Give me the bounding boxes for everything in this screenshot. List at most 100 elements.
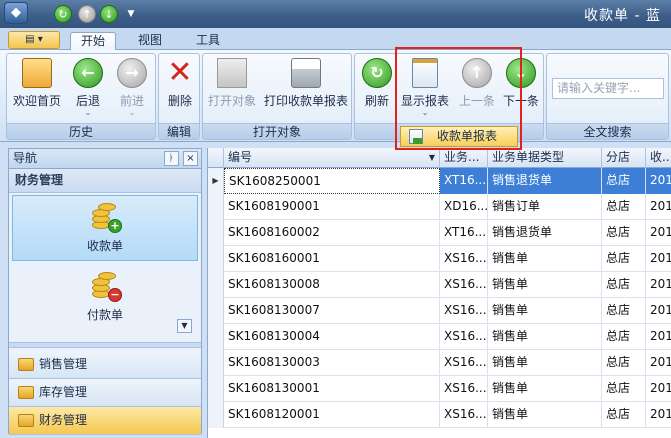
- table-cell[interactable]: 总店: [602, 324, 646, 350]
- row-indicator[interactable]: [208, 402, 224, 428]
- table-cell[interactable]: XS16...: [440, 246, 488, 272]
- table-cell[interactable]: SK1608160001: [224, 246, 440, 272]
- tab-start[interactable]: 开始: [70, 32, 117, 51]
- table-row[interactable]: SK1608130001 XS16... 销售单 总店 201: [208, 376, 671, 402]
- table-cell[interactable]: 201: [646, 168, 671, 194]
- up-quick-icon[interactable]: ↑: [78, 5, 96, 23]
- column-header-receipt[interactable]: 收...: [646, 148, 671, 168]
- table-cell[interactable]: 总店: [602, 376, 646, 402]
- table-cell[interactable]: 销售单: [488, 246, 602, 272]
- back-dropdown-icon[interactable]: ⌄: [67, 109, 109, 117]
- table-cell[interactable]: 销售单: [488, 350, 602, 376]
- row-indicator[interactable]: [208, 324, 224, 350]
- table-cell[interactable]: 总店: [602, 272, 646, 298]
- row-indicator[interactable]: [208, 376, 224, 402]
- column-header-number[interactable]: 编号 ▼: [224, 148, 440, 168]
- module-inventory[interactable]: 库存管理: [9, 379, 201, 407]
- table-cell[interactable]: 总店: [602, 402, 646, 428]
- table-cell[interactable]: 201: [646, 220, 671, 246]
- table-row[interactable]: SK1608160002 XT16... 销售退货单 总店 201: [208, 220, 671, 246]
- table-cell[interactable]: 201: [646, 376, 671, 402]
- quick-access-dropdown-icon[interactable]: ▼: [124, 5, 138, 23]
- receipt-report-menu-item[interactable]: 收款单报表: [400, 126, 518, 147]
- table-cell[interactable]: XS16...: [440, 376, 488, 402]
- table-cell[interactable]: XS16...: [440, 298, 488, 324]
- table-cell[interactable]: SK1608190001: [224, 194, 440, 220]
- module-finance[interactable]: 财务管理: [9, 407, 201, 435]
- table-cell[interactable]: SK1608120001: [224, 402, 440, 428]
- open-object-button[interactable]: 打开对象: [205, 58, 259, 122]
- column-header-document-type[interactable]: 业务单据类型: [488, 148, 602, 168]
- table-cell[interactable]: 销售单: [488, 402, 602, 428]
- table-cell[interactable]: 201: [646, 350, 671, 376]
- forward-dropdown-icon[interactable]: ⌄: [111, 109, 153, 117]
- table-cell[interactable]: 销售单: [488, 298, 602, 324]
- table-cell[interactable]: SK1608130008: [224, 272, 440, 298]
- nav-item-receipt[interactable]: + 收款单: [12, 195, 198, 261]
- row-indicator[interactable]: [208, 246, 224, 272]
- table-row[interactable]: SK1608130003 XS16... 销售单 总店 201: [208, 350, 671, 376]
- table-cell[interactable]: XT16...: [440, 220, 488, 246]
- print-receipt-report-button[interactable]: 打印收款单报表: [261, 58, 351, 122]
- row-indicator[interactable]: [208, 220, 224, 246]
- forward-button[interactable]: → 前进 ⌄: [111, 58, 153, 122]
- table-row[interactable]: SK1608120001 XS16... 销售单 总店 201: [208, 402, 671, 428]
- app-menu-icon[interactable]: ◆: [4, 2, 28, 24]
- refresh-quick-icon[interactable]: ↻: [54, 5, 72, 23]
- table-row[interactable]: SK1608130007 XS16... 销售单 总店 201: [208, 298, 671, 324]
- table-cell[interactable]: 总店: [602, 168, 646, 194]
- table-cell[interactable]: 总店: [602, 246, 646, 272]
- table-row[interactable]: ▶ SK1608250001 XT16... 销售退货单 总店 201: [208, 168, 671, 194]
- close-icon[interactable]: ×: [183, 151, 198, 166]
- table-row[interactable]: SK1608130008 XS16... 销售单 总店 201: [208, 272, 671, 298]
- table-row[interactable]: SK1608190001 XD16... 销售订单 总店 201: [208, 194, 671, 220]
- column-header-business[interactable]: 业务...: [440, 148, 488, 168]
- table-cell[interactable]: 201: [646, 324, 671, 350]
- table-cell[interactable]: SK1608160002: [224, 220, 440, 246]
- column-header-branch[interactable]: 分店: [602, 148, 646, 168]
- down-quick-icon[interactable]: ↓: [100, 5, 118, 23]
- table-row[interactable]: SK1608130004 XS16... 销售单 总店 201: [208, 324, 671, 350]
- table-cell[interactable]: 销售单: [488, 376, 602, 402]
- table-cell[interactable]: 201: [646, 194, 671, 220]
- row-indicator[interactable]: [208, 298, 224, 324]
- table-cell[interactable]: 销售单: [488, 272, 602, 298]
- row-indicator[interactable]: [208, 272, 224, 298]
- table-cell[interactable]: XD16...: [440, 194, 488, 220]
- search-input[interactable]: 请输入关键字...: [552, 78, 664, 99]
- back-button[interactable]: ← 后退 ⌄: [67, 58, 109, 122]
- table-cell[interactable]: SK1608130001: [224, 376, 440, 402]
- module-sales[interactable]: 销售管理: [9, 351, 201, 379]
- table-cell[interactable]: 总店: [602, 350, 646, 376]
- table-cell[interactable]: XS16...: [440, 272, 488, 298]
- panel-splitter[interactable]: [9, 342, 201, 348]
- tab-tools[interactable]: 工具: [186, 32, 230, 51]
- table-cell[interactable]: XS16...: [440, 324, 488, 350]
- row-indicator[interactable]: [208, 194, 224, 220]
- table-cell[interactable]: 销售退货单: [488, 168, 602, 194]
- refresh-button[interactable]: ↻ 刷新: [359, 58, 395, 122]
- table-cell[interactable]: 销售退货单: [488, 220, 602, 246]
- table-cell[interactable]: SK1608130007: [224, 298, 440, 324]
- table-cell[interactable]: XS16...: [440, 350, 488, 376]
- table-cell[interactable]: XT16...: [440, 168, 488, 194]
- file-menu-button[interactable]: ▤ ▾: [8, 31, 60, 49]
- table-cell[interactable]: 201: [646, 272, 671, 298]
- table-cell[interactable]: 201: [646, 402, 671, 428]
- table-cell[interactable]: 201: [646, 246, 671, 272]
- row-indicator[interactable]: ▶: [208, 168, 224, 194]
- table-cell[interactable]: SK1608130003: [224, 350, 440, 376]
- table-cell[interactable]: 201: [646, 298, 671, 324]
- table-cell[interactable]: 总店: [602, 220, 646, 246]
- table-cell[interactable]: XS16...: [440, 402, 488, 428]
- table-cell[interactable]: 总店: [602, 298, 646, 324]
- row-indicator[interactable]: [208, 350, 224, 376]
- table-cell[interactable]: 总店: [602, 194, 646, 220]
- pin-icon[interactable]: ᚭ: [164, 151, 179, 166]
- table-row[interactable]: SK1608160001 XS16... 销售单 总店 201: [208, 246, 671, 272]
- table-cell[interactable]: 销售单: [488, 324, 602, 350]
- chevron-down-icon[interactable]: ▼: [177, 319, 192, 333]
- delete-button[interactable]: ✕ 删除: [161, 58, 199, 122]
- tab-view[interactable]: 视图: [128, 32, 172, 51]
- nav-item-payment[interactable]: − 付款单: [12, 265, 198, 331]
